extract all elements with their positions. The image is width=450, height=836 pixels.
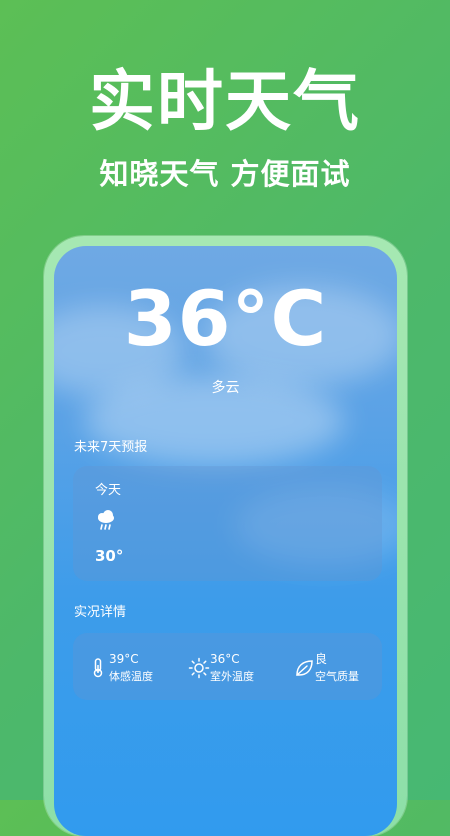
current-temperature: 36°C: [123, 274, 328, 363]
detail-value: 36°C: [210, 652, 240, 666]
detail-label: 室外温度: [210, 670, 254, 683]
detail-air-quality: 良 空气质量: [293, 651, 373, 687]
forecast-card[interactable]: 今天 30°: [73, 466, 382, 581]
forecast-day-label: 今天: [95, 483, 122, 498]
promo-title: 实时天气: [89, 63, 361, 140]
detail-feels-like: 39°C 体感温度: [87, 651, 167, 687]
leaf-icon: [296, 660, 313, 676]
promo-subtitle: 知晓天气 方便面试: [99, 157, 351, 191]
details-card: 39°C 体感温度 36°C 室外温度 良 空气质量: [73, 633, 382, 700]
detail-label: 体感温度: [109, 670, 153, 683]
forecast-section-title: 未来7天预报: [74, 440, 148, 455]
thermometer-icon: [93, 658, 103, 678]
sun-icon: [188, 657, 210, 679]
detail-outdoor-temp: 36°C 室外温度: [188, 651, 268, 687]
rain-cloud-icon: [98, 510, 114, 530]
details-section-title: 实况详情: [74, 605, 127, 620]
forecast-temperature: 30°: [95, 547, 124, 565]
weather-condition: 多云: [211, 380, 240, 396]
detail-label: 空气质量: [315, 670, 359, 683]
detail-value: 良: [315, 652, 328, 666]
phone-screen[interactable]: 36°C 多云 未来7天预报 今天 30° 实况详情 39°C 体感温度 36°…: [54, 246, 397, 836]
detail-value: 39°C: [109, 652, 139, 666]
